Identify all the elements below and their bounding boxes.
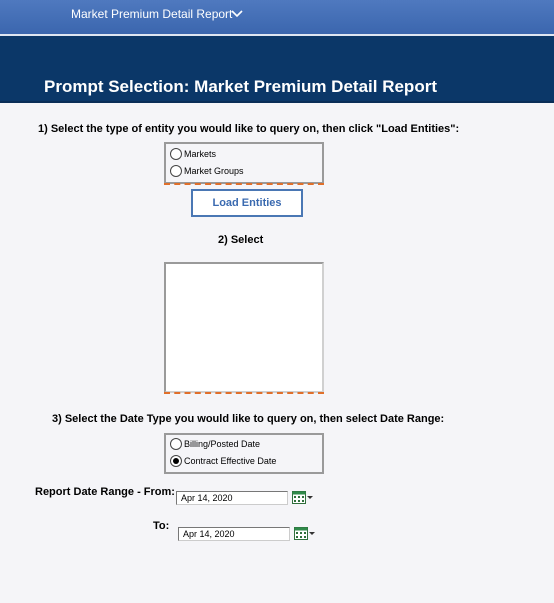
date-from-input[interactable] (176, 491, 288, 505)
radio-label: Contract Effective Date (184, 456, 277, 466)
step2-instruction: 2) Select (218, 234, 264, 246)
date-type-radio-group: Billing/Posted Date Contract Effective D… (164, 433, 324, 474)
date-from-calendar-button[interactable] (292, 489, 314, 505)
required-indicator (164, 392, 324, 394)
radio-label: Billing/Posted Date (184, 439, 261, 449)
step3-instruction: 3) Select the Date Type you would like t… (52, 413, 445, 425)
radio-button[interactable] (170, 165, 182, 177)
radio-button-selected[interactable] (170, 455, 182, 467)
radio-option-markets[interactable]: Markets (170, 147, 216, 161)
entity-type-radio-group: Markets Market Groups (164, 142, 324, 185)
radio-label: Market Groups (184, 166, 244, 176)
top-nav-bar: Market Premium Detail Report (0, 0, 554, 34)
radio-button[interactable] (170, 438, 182, 450)
entity-select-listbox[interactable] (164, 262, 324, 394)
radio-button[interactable] (170, 148, 182, 160)
chevron-down-icon[interactable] (230, 7, 244, 19)
radio-option-contract-effective-date[interactable]: Contract Effective Date (170, 454, 276, 468)
date-to-label: To: (153, 520, 170, 532)
dropdown-arrow-icon (307, 495, 313, 499)
required-indicator (164, 183, 324, 185)
calendar-icon (292, 490, 306, 504)
report-menu-title[interactable]: Market Premium Detail Report (71, 7, 232, 21)
load-entities-button[interactable]: Load Entities (191, 189, 303, 217)
calendar-icon (294, 526, 308, 540)
date-to-calendar-button[interactable] (294, 525, 316, 541)
page-title: Prompt Selection: Market Premium Detail … (44, 77, 437, 96)
radio-option-market-groups[interactable]: Market Groups (170, 164, 244, 178)
radio-label: Markets (184, 149, 217, 159)
dropdown-arrow-icon (309, 531, 315, 535)
step1-instruction: 1) Select the type of entity you would l… (38, 123, 460, 135)
radio-option-billing-posted-date[interactable]: Billing/Posted Date (170, 437, 260, 451)
date-from-label: Report Date Range - From: (35, 486, 175, 498)
date-to-input[interactable] (178, 527, 290, 541)
page-header: Prompt Selection: Market Premium Detail … (0, 36, 554, 103)
